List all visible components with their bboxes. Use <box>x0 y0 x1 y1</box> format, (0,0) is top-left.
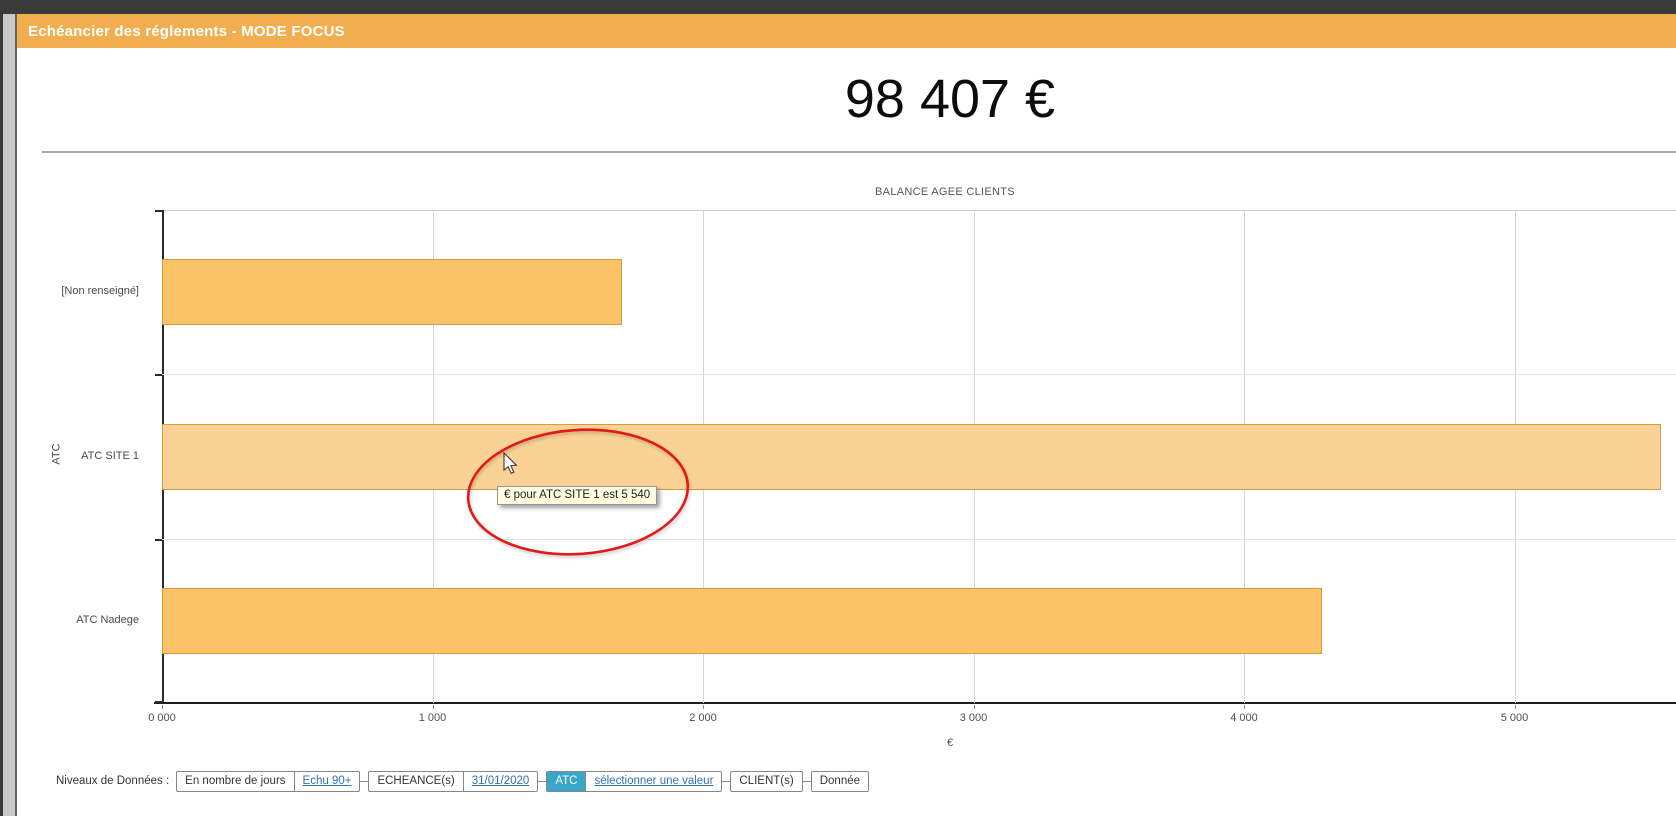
level-name-en-nombre-de-jours: En nombre de jours <box>177 772 293 791</box>
kpi-total-value: 98 407 € <box>650 68 1250 130</box>
level-group-1: ECHEANCE(s)31/01/2020 <box>368 771 538 792</box>
x-tick-label: 5 000 <box>1480 712 1550 724</box>
window-left-border <box>0 14 17 816</box>
level-connector <box>360 781 368 782</box>
category-separator <box>162 374 1676 375</box>
level-group-2: ATCsélectionner une valeur <box>546 771 722 792</box>
x-tickmark-1000 <box>433 705 434 709</box>
x-axis-line <box>154 702 1676 704</box>
drill-level-label: Niveaux de Données : <box>56 775 169 787</box>
level-group-3: CLIENT(s) <box>730 771 802 792</box>
kpi-divider <box>42 151 1676 153</box>
x-tickmark-3000 <box>974 705 975 709</box>
x-axis-title: € <box>920 737 980 749</box>
drill-level-bar: Niveaux de Données : En nombre de joursE… <box>56 770 869 792</box>
level-name-echeance-s: ECHEANCE(s) <box>369 772 462 791</box>
level-link-31-01-2020[interactable]: 31/01/2020 <box>463 772 538 791</box>
category-label-atc-site-1: ATC SITE 1 <box>0 450 150 462</box>
category-separator <box>162 539 1676 540</box>
window-top-border <box>0 0 1676 14</box>
level-group-0: En nombre de joursEchu 90+ <box>176 771 360 792</box>
plot-top-border <box>162 210 1676 211</box>
x-tickmark-4000 <box>1244 705 1245 709</box>
level-name-donn-e: Donnée <box>812 772 868 791</box>
x-tickmark-2000 <box>703 705 704 709</box>
level-selected-atc[interactable]: ATC <box>547 772 585 791</box>
level-name-client-s: CLIENT(s) <box>731 772 801 791</box>
level-group-4: Donnée <box>811 771 869 792</box>
bar-atc-nadege[interactable] <box>162 588 1322 654</box>
plot-area: 0 0001 0002 0003 0004 0005 000[Non rense… <box>162 210 1676 703</box>
x-tick-label: 4 000 <box>1209 712 1279 724</box>
x-tickmark-5000 <box>1515 705 1516 709</box>
y-axis-title: ATC <box>51 443 63 464</box>
panel-title: Echéancier des réglements - MODE FOCUS <box>28 23 345 40</box>
red-ellipse-annotation <box>452 412 704 574</box>
x-tick-label: 3 000 <box>939 712 1009 724</box>
y-tickmark <box>155 701 162 703</box>
bar-non-renseign[interactable] <box>162 259 622 325</box>
y-tickmark <box>155 539 162 541</box>
x-tick-label: 1 000 <box>398 712 468 724</box>
level-connector <box>538 781 546 782</box>
chart-title: BALANCE AGEE CLIENTS <box>645 186 1245 198</box>
panel-header: Echéancier des réglements - MODE FOCUS <box>17 14 1676 48</box>
x-tick-label: 2 000 <box>668 712 738 724</box>
y-tickmark <box>155 210 162 212</box>
x-tickmark-0 <box>162 705 163 709</box>
category-label-atc-nadege: ATC Nadege <box>0 614 150 626</box>
y-tickmark <box>155 374 162 376</box>
level-link-echu-90[interactable]: Echu 90+ <box>294 772 360 791</box>
x-tick-label: 0 000 <box>127 712 197 724</box>
category-label-non-renseign: [Non renseigné] <box>0 285 150 297</box>
level-connector <box>803 781 811 782</box>
level-link-s-lectionner-une-valeur[interactable]: sélectionner une valeur <box>585 772 721 791</box>
bar-atc-site-1[interactable] <box>162 424 1661 490</box>
level-connector <box>722 781 730 782</box>
